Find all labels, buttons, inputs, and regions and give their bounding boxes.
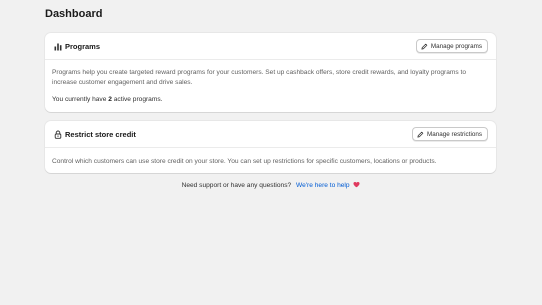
programs-card: Programs Manage programs Programs help y… — [45, 33, 496, 112]
heart-icon — [353, 181, 360, 188]
active-programs-suffix: active programs. — [113, 96, 163, 103]
active-programs-summary: You currently have 2 active programs. — [52, 95, 484, 105]
pencil-icon — [417, 131, 424, 138]
help-link[interactable]: We're here to help — [296, 182, 350, 189]
dashboard-page: Dashboard Programs Manage programs Progr… — [0, 0, 542, 305]
active-programs-prefix: You currently have — [52, 96, 107, 103]
manage-programs-button[interactable]: Manage programs — [415, 39, 488, 53]
pencil-icon — [421, 43, 428, 50]
bar-chart-icon — [53, 42, 62, 51]
restrict-card-header: Restrict store credit Manage restriction… — [45, 121, 496, 148]
manage-restrictions-button[interactable]: Manage restrictions — [412, 127, 488, 141]
restrict-description: Control which customers can use store cr… — [52, 158, 437, 165]
support-footer: Need support or have any questions? We'r… — [0, 181, 542, 189]
programs-card-header: Programs Manage programs — [45, 33, 496, 60]
restrict-store-credit-card: Restrict store credit Manage restriction… — [45, 121, 496, 173]
manage-programs-label: Manage programs — [430, 42, 482, 50]
programs-description: Programs help you create targeted reward… — [52, 69, 467, 86]
manage-restrictions-label: Manage restrictions — [427, 130, 482, 138]
restrict-card-title: Restrict store credit — [65, 130, 136, 139]
programs-card-title: Programs — [65, 42, 101, 51]
page-title: Dashboard — [45, 8, 103, 20]
support-text: Need support or have any questions? — [181, 182, 292, 189]
active-programs-count: 2 — [108, 96, 112, 103]
lock-icon — [53, 130, 62, 139]
